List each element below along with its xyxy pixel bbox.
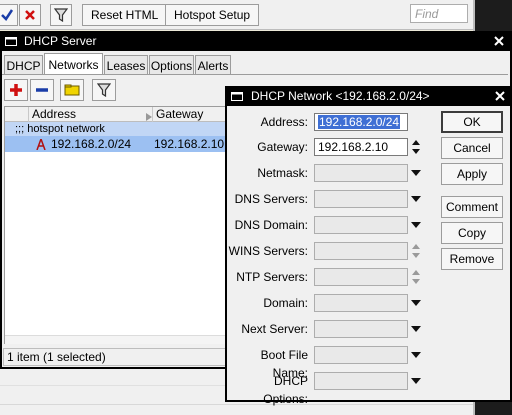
disable-x-icon[interactable] [19,4,41,26]
dialog-titlebar[interactable]: DHCP Network <192.168.2.0/24> [225,86,512,106]
divider [0,404,473,405]
netmask-field[interactable] [314,164,408,182]
dns-servers-label: DNS Servers: [234,192,308,206]
next-server-field[interactable] [314,320,408,338]
dhcp-options-field[interactable] [314,372,408,390]
dropdown-arrow-icon[interactable] [411,320,421,338]
group-comment-row[interactable]: ;;; hotspot network [5,122,251,136]
dhcp-server-titlebar[interactable]: DHCP Server [0,31,512,51]
close-icon[interactable] [494,36,504,46]
apply-button[interactable]: Apply [441,163,503,185]
hotspot-setup-button[interactable]: Hotspot Setup [165,4,260,26]
ntp-servers-field[interactable] [314,268,408,286]
dropdown-arrow-icon[interactable] [411,346,421,364]
column-header-blank[interactable] [5,107,29,122]
tab-divider [2,74,508,75]
network-icon [36,139,46,150]
table-row[interactable]: 192.168.2.0/24 192.168.2.10 [5,136,251,152]
column-header-address[interactable]: Address [29,107,153,122]
up-down-arrows-icon[interactable] [411,138,421,156]
gateway-field[interactable]: 192.168.2.10 [314,138,408,156]
address-label: Address: [260,115,308,129]
address-field[interactable]: 192.168.2.0/24 [314,113,408,131]
wins-servers-field[interactable] [314,242,408,260]
tab-options[interactable]: Options [149,55,194,75]
copy-button[interactable]: Copy [441,222,503,244]
table-header: Address Gateway [5,107,251,122]
dropdown-arrow-icon[interactable] [411,190,421,208]
wins-servers-label: WINS Servers: [228,244,308,258]
window-restore-icon[interactable] [231,92,243,101]
comment-button[interactable]: Comment [441,196,503,218]
ntp-servers-label: NTP Servers: [236,270,308,284]
domain-field[interactable] [314,294,408,312]
tab-alerts[interactable]: Alerts [195,55,231,75]
row-address: 192.168.2.0/24 [51,137,132,151]
find-input[interactable]: Find [410,4,468,23]
boot-file-name-field[interactable] [314,346,408,364]
domain-label: Domain: [263,296,308,310]
cancel-button[interactable]: Cancel [441,137,503,159]
row-gateway: 192.168.2.10 [154,137,225,151]
reset-html-button[interactable]: Reset HTML [82,4,168,26]
tab-leases[interactable]: Leases [104,55,148,75]
add-icon[interactable] [4,79,28,101]
remove-button[interactable]: Remove [441,248,503,270]
status-bar: 1 item (1 selected) [3,348,249,366]
netmask-label: Netmask: [257,166,308,180]
dhcp-options-label: DHCP Options: [263,374,308,406]
up-down-arrows-icon[interactable] [411,242,421,260]
dropdown-arrow-icon[interactable] [411,216,421,234]
boot-file-name-label: Boot File Name: [260,348,308,380]
dropdown-arrow-icon[interactable] [411,294,421,312]
tab-networks[interactable]: Networks [44,53,103,75]
dns-servers-field[interactable] [314,190,408,208]
dropdown-arrow-icon[interactable] [411,164,421,182]
address-value: 192.168.2.0/24 [318,115,401,129]
filter-icon[interactable] [50,4,72,26]
gateway-label: Gateway: [257,140,308,154]
filter-icon[interactable] [92,79,116,101]
up-down-arrows-icon[interactable] [411,268,421,286]
ok-button[interactable]: OK [441,111,503,133]
enable-check-icon[interactable] [0,4,18,26]
comment-icon[interactable] [60,79,84,101]
close-icon[interactable] [495,91,505,101]
dialog-title: DHCP Network <192.168.2.0/24> [251,89,430,103]
remove-icon[interactable] [30,79,54,101]
window-restore-icon[interactable] [5,37,17,46]
window-title: DHCP Server [24,34,97,48]
dns-domain-label: DNS Domain: [234,218,308,232]
horizontal-scrollbar[interactable] [5,335,251,344]
dns-domain-field[interactable] [314,216,408,234]
dropdown-arrow-icon[interactable] [411,372,421,390]
tab-dhcp[interactable]: DHCP [4,55,43,75]
next-server-label: Next Server: [241,322,308,336]
